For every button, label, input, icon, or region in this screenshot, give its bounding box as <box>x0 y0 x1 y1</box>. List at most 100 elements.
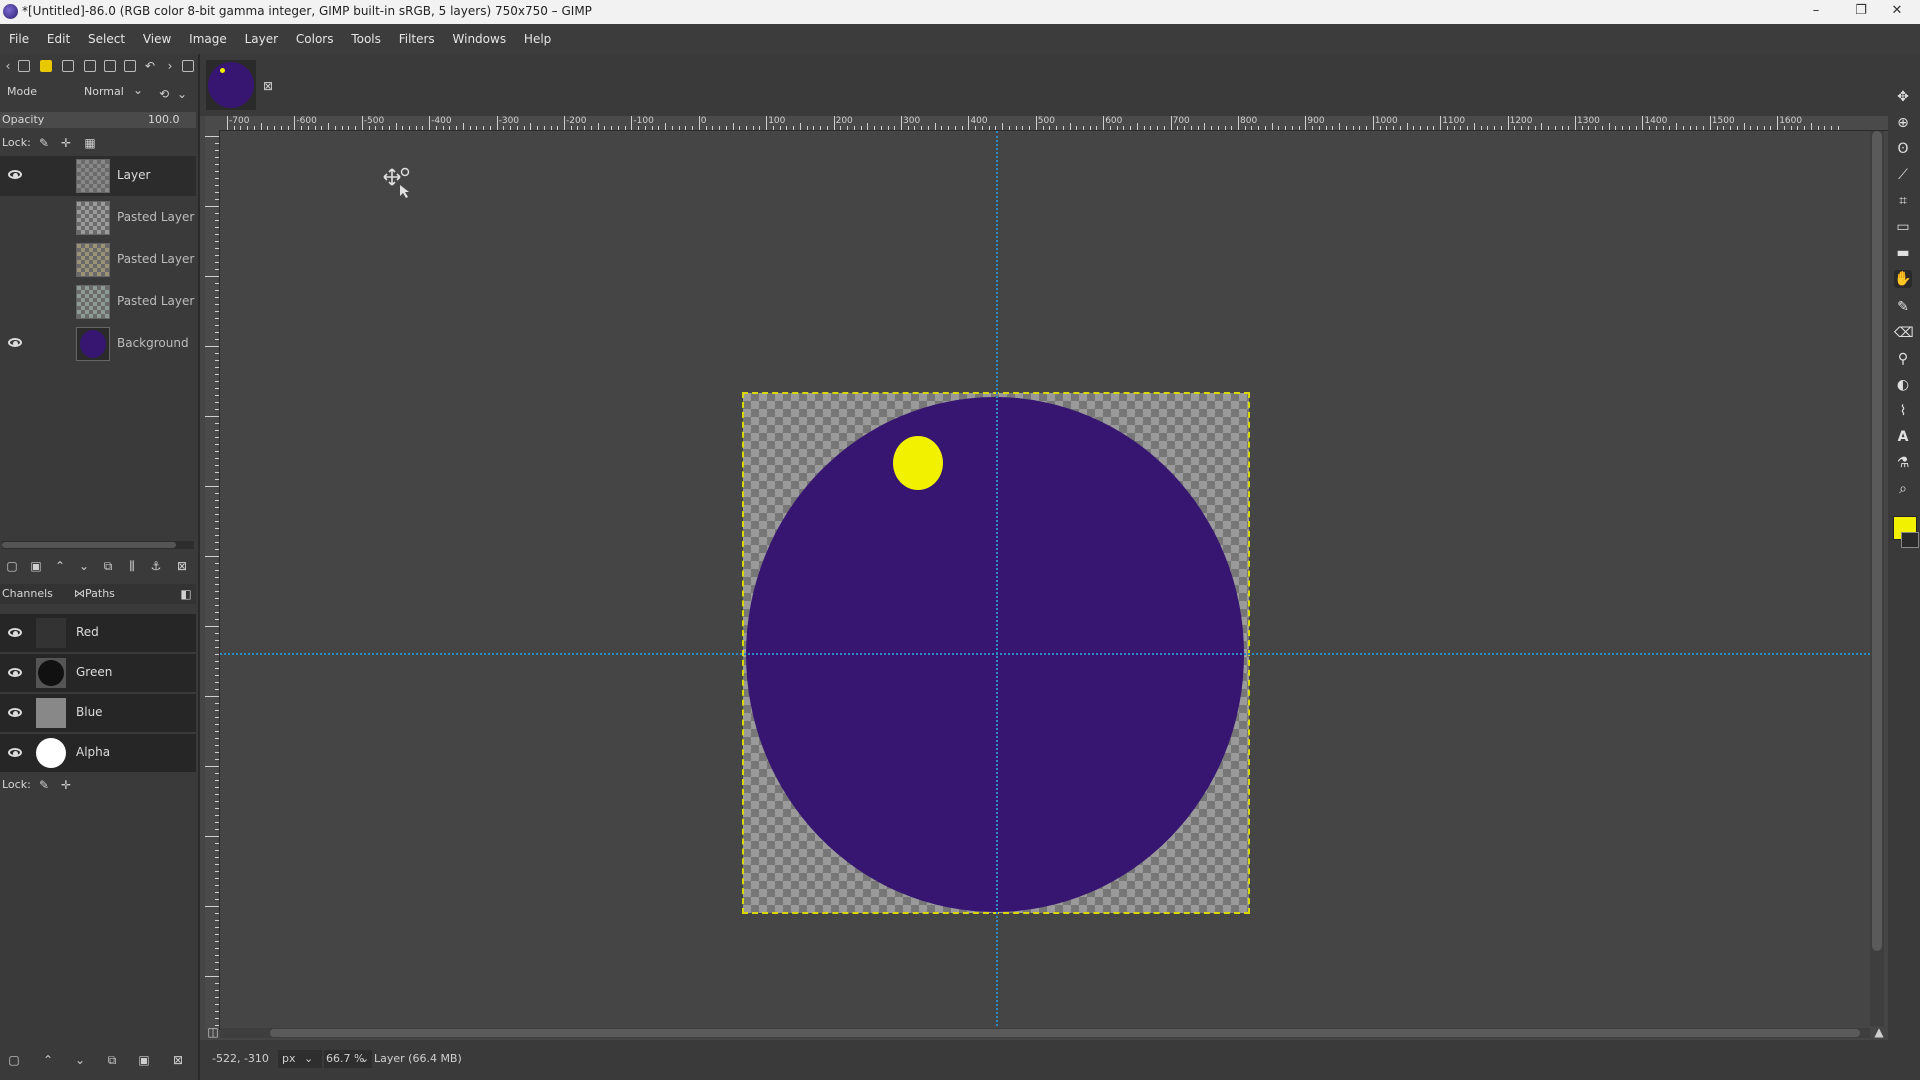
lower-channel-icon[interactable]: ⌄ <box>74 1054 86 1066</box>
eye-icon[interactable] <box>6 666 26 680</box>
lock-pixels-icon[interactable]: ✎ <box>38 779 50 791</box>
eye-icon[interactable] <box>6 746 26 760</box>
smudge-icon[interactable]: ✋ <box>1894 270 1912 288</box>
switch-mode-icon[interactable]: ⟲ <box>158 88 170 100</box>
mode-select[interactable]: Normal ⌄ <box>84 84 148 106</box>
zoom-icon[interactable]: ⊕ <box>1894 114 1912 132</box>
channel-row[interactable]: Blue <box>0 694 196 732</box>
channel-to-selection-icon[interactable]: ▣ <box>138 1054 150 1066</box>
layer-row[interactable]: Pasted Layer <box>0 198 196 238</box>
menu-select[interactable]: Select <box>81 24 132 54</box>
close-button[interactable]: ✕ <box>1874 0 1920 24</box>
magnify-icon[interactable]: ⌕ <box>1894 480 1912 498</box>
chevron-right-icon[interactable]: › <box>164 60 176 72</box>
menu-colors[interactable]: Colors <box>289 24 341 54</box>
layers-scrollbar[interactable] <box>2 541 194 549</box>
menu-help[interactable]: Help <box>517 24 558 54</box>
lock-pixels-icon[interactable]: ✎ <box>38 137 50 149</box>
dodge-icon[interactable]: ◐ <box>1894 376 1912 394</box>
menu-tools[interactable]: Tools <box>344 24 388 54</box>
layer-row[interactable]: Pasted Layer <box>0 240 196 280</box>
eye-icon[interactable] <box>6 706 26 720</box>
menu-file[interactable]: File <box>2 24 36 54</box>
background-color-swatch[interactable] <box>1901 532 1919 548</box>
lower-layer-icon[interactable]: ⌄ <box>78 560 90 572</box>
new-layer-icon[interactable]: ▢ <box>6 560 18 572</box>
crop-icon[interactable]: ⌗ <box>1894 192 1912 210</box>
brushes-icon[interactable] <box>40 60 52 72</box>
image-tab-thumbnail[interactable] <box>206 60 256 110</box>
menu-view[interactable]: View <box>136 24 178 54</box>
eye-icon[interactable] <box>6 626 26 640</box>
menu-image[interactable]: Image <box>182 24 234 54</box>
delete-channel-icon[interactable]: ⊠ <box>172 1054 184 1066</box>
delete-layer-icon[interactable]: ⊠ <box>176 560 188 572</box>
eye-icon[interactable] <box>6 336 26 350</box>
dock-menu-icon[interactable] <box>182 60 194 72</box>
chevron-left-icon[interactable]: ‹ <box>2 60 14 72</box>
tab-menu-icon[interactable]: ◧ <box>180 588 192 600</box>
channel-row[interactable]: Alpha <box>0 734 196 772</box>
ruler-tick <box>215 892 219 893</box>
bucket-fill-icon[interactable]: ▬ <box>1894 244 1912 262</box>
tool-options-icon[interactable] <box>18 60 30 72</box>
new-layer-group-icon[interactable]: ▣ <box>30 560 42 572</box>
close-tab-icon[interactable]: ⊠ <box>262 80 274 92</box>
eraser-icon[interactable]: ⌫ <box>1894 324 1914 342</box>
navigate-icon[interactable]: ▲ <box>1873 1026 1885 1038</box>
lock-position-icon[interactable]: ✛ <box>60 137 72 149</box>
unit-select[interactable]: px ⌄ <box>278 1050 322 1068</box>
lasso-icon[interactable]: ʘ <box>1894 140 1912 158</box>
channel-row[interactable]: Red <box>0 614 196 652</box>
layer-row[interactable]: Background <box>0 324 196 364</box>
channel-row[interactable]: Green <box>0 654 196 692</box>
image-canvas[interactable] <box>220 131 1870 1026</box>
menu-filters[interactable]: Filters <box>392 24 442 54</box>
duplicate-channel-icon[interactable]: ⧉ <box>106 1054 118 1066</box>
merge-layer-icon[interactable]: ⫼ <box>126 560 138 572</box>
chevron-down-icon[interactable]: ⌄ <box>176 88 188 100</box>
lock-position-icon[interactable]: ✛ <box>60 779 72 791</box>
paintbrush-icon[interactable]: ✎ <box>1894 298 1912 316</box>
move-icon[interactable]: ✥ <box>1894 88 1912 106</box>
raise-layer-icon[interactable]: ⌃ <box>54 560 66 572</box>
duplicate-layer-icon[interactable]: ⧉ <box>102 560 114 572</box>
quick-mask-icon[interactable]: ◫ <box>207 1026 219 1038</box>
vertical-ruler[interactable] <box>205 130 220 1030</box>
text-icon[interactable]: A <box>1894 428 1912 446</box>
menu-edit[interactable]: Edit <box>40 24 77 54</box>
horizontal-ruler[interactable]: -700 -600 -500 -400 -300 -200 -100 0 100 200 300 40… <box>205 116 1888 131</box>
horizontal-guide[interactable] <box>220 653 1870 655</box>
opacity-slider[interactable]: Opacity 100.0 <box>0 112 196 128</box>
menu-windows[interactable]: Windows <box>446 24 514 54</box>
color-picker-icon[interactable]: ⚗ <box>1894 454 1912 472</box>
images-icon[interactable] <box>84 60 96 72</box>
layer-row[interactable]: Layer <box>0 156 196 196</box>
lock-alpha-icon[interactable]: ▦ <box>84 137 96 149</box>
zoom-select[interactable]: 66.7 % ⌄ <box>324 1050 372 1068</box>
layers-scroll-thumb[interactable] <box>2 542 176 548</box>
layer-row[interactable]: Pasted Layer <box>0 282 196 322</box>
path-icon[interactable]: ⌇ <box>1894 402 1912 420</box>
minimize-button[interactable]: – <box>1793 0 1839 24</box>
horizontal-scrollbar[interactable] <box>220 1028 1870 1038</box>
vertical-scroll-thumb[interactable] <box>1872 131 1882 951</box>
vertical-guide[interactable] <box>996 131 998 1026</box>
undo-icon[interactable]: ↶ <box>144 60 156 72</box>
horizontal-scroll-thumb[interactable] <box>270 1029 1860 1037</box>
anchor-layer-icon[interactable]: ⚓ <box>150 560 162 572</box>
vertical-scrollbar[interactable] <box>1870 131 1884 1026</box>
tab-paths[interactable]: ⋈Paths <box>74 587 115 600</box>
clone-icon[interactable]: ⚲ <box>1894 350 1912 368</box>
eye-icon[interactable] <box>6 168 26 182</box>
tab-channels[interactable]: Channels <box>2 587 53 600</box>
pencil-icon[interactable] <box>62 60 74 72</box>
fuzzy-select-icon[interactable]: ⟋ <box>1894 166 1912 184</box>
menu-layer[interactable]: Layer <box>238 24 285 54</box>
new-channel-icon[interactable]: ▢ <box>8 1054 20 1066</box>
raise-channel-icon[interactable]: ⌃ <box>42 1054 54 1066</box>
document-history-icon[interactable] <box>104 60 116 72</box>
transform-icon[interactable]: ▭ <box>1894 218 1912 236</box>
ruler-minor-tick <box>1676 123 1678 130</box>
layers-tab-icon[interactable] <box>124 60 136 72</box>
